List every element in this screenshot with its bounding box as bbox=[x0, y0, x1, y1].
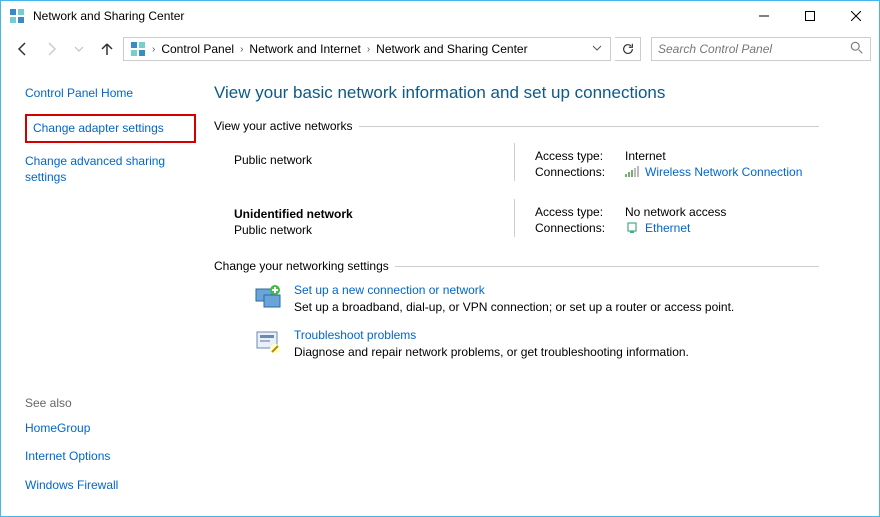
breadcrumb-bar[interactable]: › Control Panel › Network and Internet ›… bbox=[123, 37, 611, 61]
window-frame: Network and Sharing Center bbox=[0, 0, 880, 517]
page-heading: View your basic network information and … bbox=[214, 83, 819, 103]
troubleshoot-icon bbox=[254, 328, 282, 356]
crumb-control-panel[interactable]: Control Panel bbox=[157, 40, 238, 58]
network-item: Public network Access type: Internet Con… bbox=[234, 143, 819, 181]
sidebar-home-link[interactable]: Control Panel Home bbox=[25, 85, 196, 102]
chevron-right-icon: › bbox=[150, 44, 157, 55]
sidebar: Control Panel Home Change adapter settin… bbox=[1, 67, 206, 516]
troubleshoot-desc: Diagnose and repair network problems, or… bbox=[294, 345, 689, 359]
search-icon bbox=[850, 41, 864, 58]
access-type-value: Internet bbox=[625, 149, 666, 163]
forward-button[interactable] bbox=[39, 37, 63, 61]
sidebar-firewall-link[interactable]: Windows Firewall bbox=[25, 477, 196, 494]
connection-link[interactable]: Ethernet bbox=[645, 221, 690, 235]
up-button[interactable] bbox=[95, 37, 119, 61]
content: View your basic network information and … bbox=[206, 67, 879, 516]
minimize-button[interactable] bbox=[741, 1, 787, 31]
new-connection-icon bbox=[254, 283, 282, 311]
sidebar-homegroup-link[interactable]: HomeGroup bbox=[25, 420, 196, 437]
access-type-label: Access type: bbox=[535, 205, 625, 219]
search-placeholder: Search Control Panel bbox=[658, 42, 772, 56]
network-item: Unidentified network Public network Acce… bbox=[234, 199, 819, 237]
recent-dropdown[interactable] bbox=[67, 37, 91, 61]
new-connection-link[interactable]: Set up a new connection or network bbox=[294, 283, 734, 297]
crumb-network-sharing[interactable]: Network and Sharing Center bbox=[372, 40, 531, 58]
sidebar-advanced-link[interactable]: Change advanced sharing settings bbox=[25, 153, 196, 187]
address-dropdown[interactable] bbox=[586, 42, 608, 56]
wifi-icon bbox=[625, 166, 639, 178]
sidebar-internet-options-link[interactable]: Internet Options bbox=[25, 448, 196, 465]
networks-list: Public network Access type: Internet Con… bbox=[214, 143, 819, 237]
connections-label: Connections: bbox=[535, 165, 625, 179]
titlebar: Network and Sharing Center bbox=[1, 1, 879, 31]
network-center-icon bbox=[130, 41, 146, 57]
ethernet-icon bbox=[625, 222, 639, 234]
crumb-network-internet[interactable]: Network and Internet bbox=[245, 40, 364, 58]
window-title: Network and Sharing Center bbox=[33, 9, 741, 23]
network-type: Public network bbox=[234, 223, 514, 237]
new-connection-desc: Set up a broadband, dial-up, or VPN conn… bbox=[294, 300, 734, 314]
connections-label: Connections: bbox=[535, 221, 625, 235]
access-type-value: No network access bbox=[625, 205, 726, 219]
chevron-right-icon: › bbox=[238, 44, 245, 55]
search-input[interactable]: Search Control Panel bbox=[651, 37, 871, 61]
window-controls bbox=[741, 1, 879, 31]
back-button[interactable] bbox=[11, 37, 35, 61]
network-center-icon bbox=[9, 8, 25, 24]
network-type: Public network bbox=[234, 153, 514, 167]
connection-link[interactable]: Wireless Network Connection bbox=[645, 165, 802, 179]
body: Control Panel Home Change adapter settin… bbox=[1, 67, 879, 516]
access-type-label: Access type: bbox=[535, 149, 625, 163]
change-settings-header: Change your networking settings bbox=[214, 259, 819, 273]
troubleshoot-link[interactable]: Troubleshoot problems bbox=[294, 328, 689, 342]
settings-item: Troubleshoot problems Diagnose and repai… bbox=[254, 328, 819, 359]
toolbar: › Control Panel › Network and Internet ›… bbox=[1, 31, 879, 67]
refresh-button[interactable] bbox=[615, 37, 641, 61]
maximize-button[interactable] bbox=[787, 1, 833, 31]
see-also-header: See also bbox=[25, 396, 196, 410]
settings-item: Set up a new connection or network Set u… bbox=[254, 283, 819, 314]
close-button[interactable] bbox=[833, 1, 879, 31]
chevron-right-icon: › bbox=[365, 44, 372, 55]
sidebar-adapter-link[interactable]: Change adapter settings bbox=[25, 114, 196, 143]
network-name: Unidentified network bbox=[234, 207, 514, 221]
active-networks-header: View your active networks bbox=[214, 119, 819, 133]
